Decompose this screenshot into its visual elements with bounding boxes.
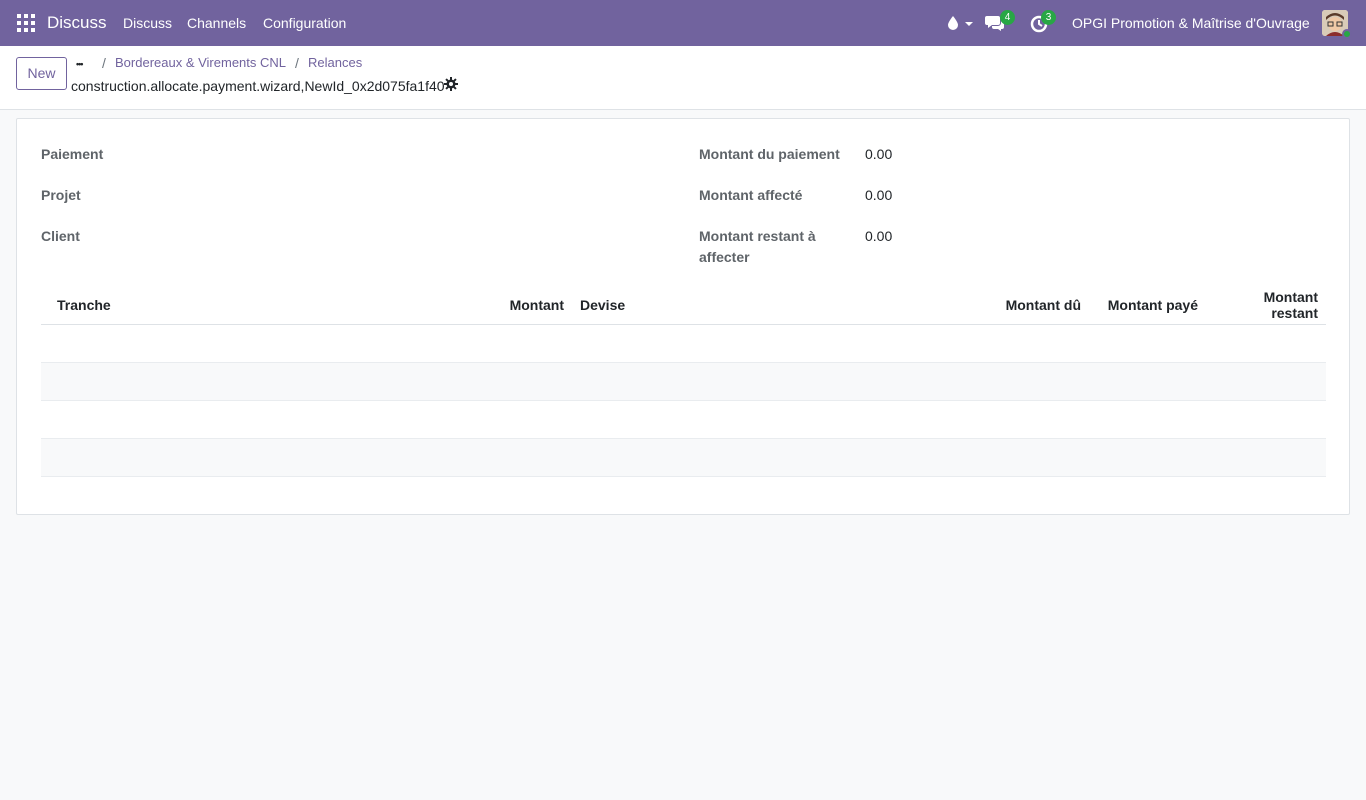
breadcrumb-relances[interactable]: Relances <box>308 55 362 70</box>
field-value-montant-paiement: 0.00 <box>865 146 893 162</box>
field-label-montant-affecte: Montant affecté <box>699 187 803 203</box>
field-label-montant-paiement: Montant du paiement <box>699 146 840 162</box>
col-header-montant-restant[interactable]: Montant restant <box>1206 286 1326 325</box>
breadcrumb-more-icon[interactable]: ••• <box>76 59 84 69</box>
record-name: construction.allocate.payment.wizard,New… <box>71 78 445 94</box>
app-menu-icon[interactable] <box>17 14 35 32</box>
table-row <box>41 438 1326 477</box>
col-header-montant[interactable]: Montant <box>445 286 572 325</box>
field-label-montant-restant: Montant restant à affecter <box>699 228 816 265</box>
col-header-devise[interactable]: Devise <box>572 286 992 325</box>
field-label-client: Client <box>41 228 80 244</box>
table-empty-cell <box>41 400 1326 439</box>
table-empty-cell <box>41 324 1326 363</box>
field-value-montant-affecte: 0.00 <box>865 187 893 203</box>
allocation-lines-table: Tranche Montant Devise Montant dû Montan… <box>41 286 1326 477</box>
table-header-row: Tranche Montant Devise Montant dû Montan… <box>41 286 1326 325</box>
col-header-montant-paye[interactable]: Montant payé <box>1089 286 1206 325</box>
theme-drop-icon[interactable] <box>946 13 974 36</box>
field-label-paiement: Paiement <box>41 146 104 162</box>
user-avatar[interactable] <box>1322 10 1352 39</box>
breadcrumb-separator: / <box>295 55 299 71</box>
control-panel: New ••• / Bordereaux & Virements CNL / R… <box>0 46 1366 110</box>
company-switcher[interactable]: OPGI Promotion & Maîtrise d'Ouvrage <box>1072 15 1310 31</box>
activity-badge: 3 <box>1041 10 1056 25</box>
online-status-dot <box>1342 29 1352 39</box>
table-row <box>41 324 1326 363</box>
breadcrumb-separator: / <box>102 55 106 71</box>
col-header-montant-du[interactable]: Montant dû <box>992 286 1089 325</box>
messages-badge: 4 <box>1000 10 1015 25</box>
table-empty-cell <box>41 362 1326 401</box>
table-row <box>41 400 1326 439</box>
table-empty-cell <box>41 438 1326 477</box>
form-sheet: Paiement Projet Client Montant du paieme… <box>16 118 1350 515</box>
menu-configuration[interactable]: Configuration <box>263 15 346 31</box>
menu-discuss[interactable]: Discuss <box>123 15 172 31</box>
new-button[interactable]: New <box>16 57 67 90</box>
col-header-tranche[interactable]: Tranche <box>41 286 445 325</box>
top-navbar: Discuss Discuss Channels Configuration 4… <box>0 0 1366 46</box>
field-label-projet: Projet <box>41 187 81 203</box>
table-row <box>41 362 1326 401</box>
app-brand[interactable]: Discuss <box>47 13 107 33</box>
breadcrumb-bordereaux[interactable]: Bordereaux & Virements CNL <box>115 55 286 70</box>
gear-icon[interactable] <box>444 77 458 94</box>
field-value-montant-restant: 0.00 <box>865 228 893 244</box>
menu-channels[interactable]: Channels <box>187 15 246 31</box>
